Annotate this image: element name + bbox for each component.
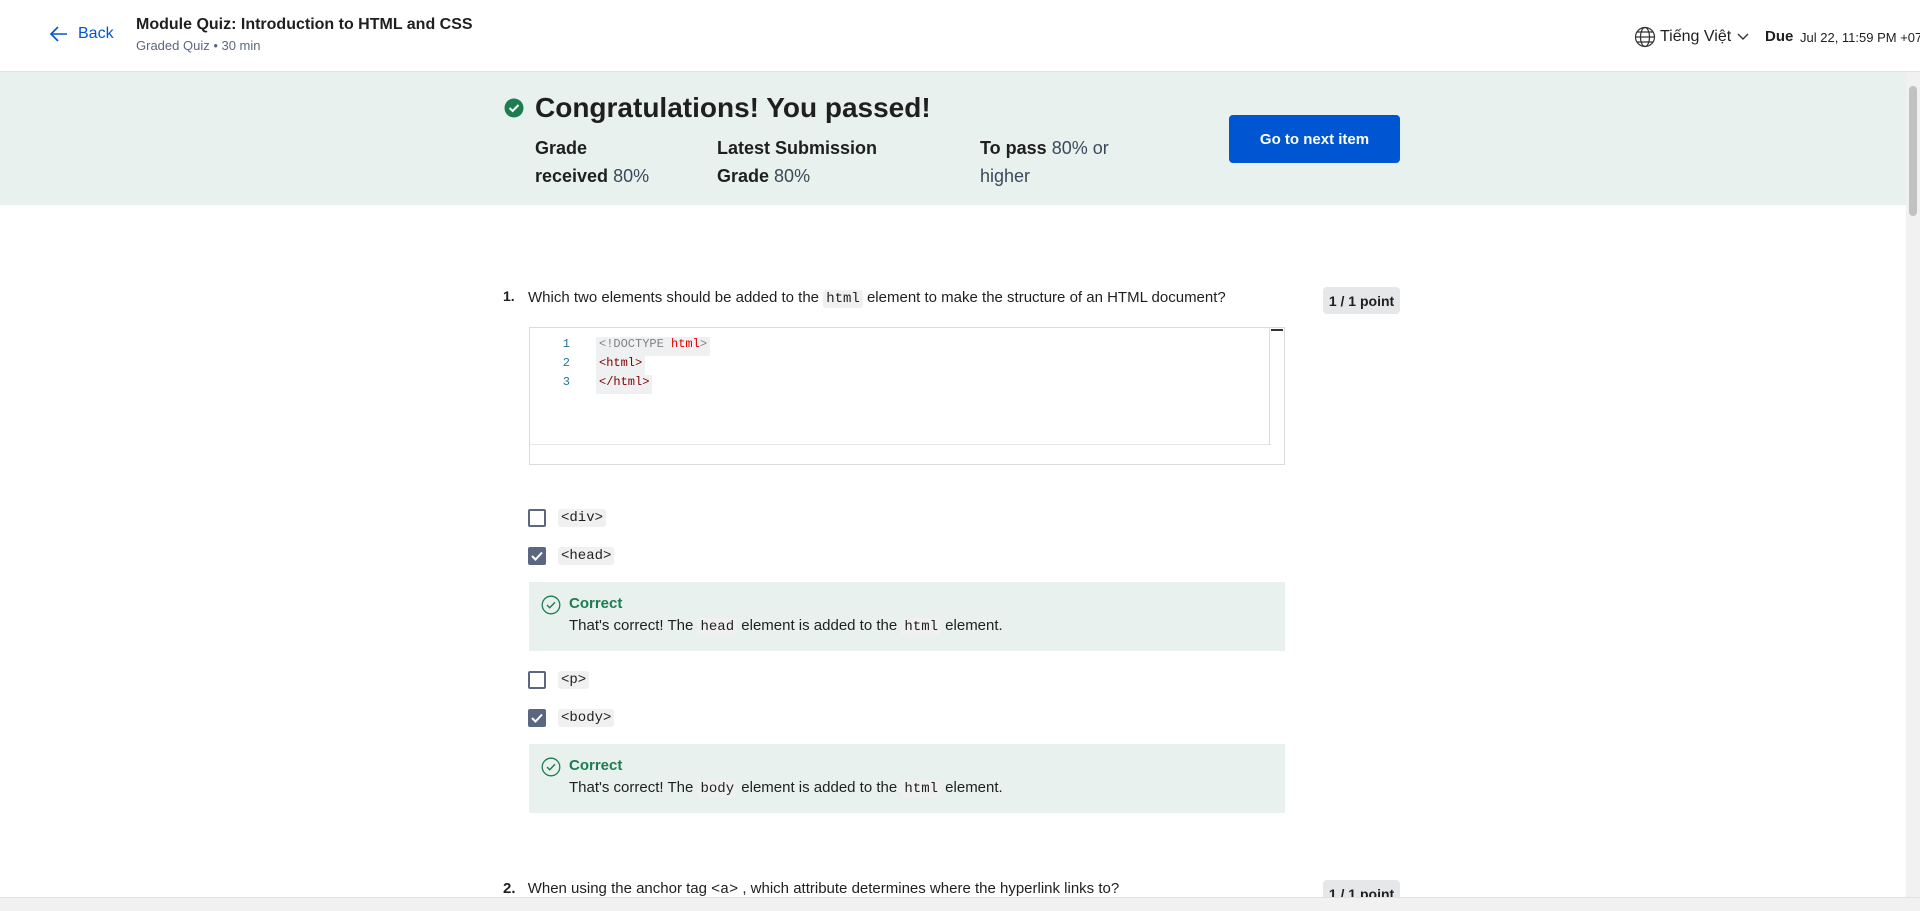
vertical-scrollbar-thumb[interactable]	[1909, 86, 1917, 216]
language-selector[interactable]: Tiếng Việt	[1634, 26, 1749, 48]
grade-value: 80%	[613, 166, 650, 186]
quiz-subtitle: Graded Quiz • 30 min	[136, 38, 261, 53]
due-date: Jul 22, 11:59 PM +07	[1800, 30, 1920, 45]
checkmark-icon	[531, 713, 543, 723]
latest-label: Latest Submission	[717, 138, 878, 158]
feedback-text: That's correct! The body element is adde…	[569, 779, 1003, 798]
question-2-code: <a>	[711, 881, 739, 898]
answer-option[interactable]: <div>	[528, 509, 607, 527]
feedback-text-middle: element is added to the	[741, 779, 898, 796]
checkmark-icon	[531, 551, 543, 561]
pass-label: To pass	[980, 138, 1047, 158]
question-2-text: 2. When using the anchor tag <a> , which…	[503, 880, 1119, 898]
feedback-code: body	[697, 780, 738, 798]
feedback-code-2: html	[901, 780, 941, 798]
line-code: <html>	[596, 356, 646, 375]
arrow-left-icon	[50, 26, 67, 42]
pass-threshold: To pass 80% or higher	[980, 134, 1109, 190]
line-number: 1	[562, 337, 570, 351]
question-2-text-before: When using the anchor tag	[527, 880, 707, 897]
feedback-correct: Correct That's correct! The body element…	[529, 744, 1285, 813]
checkbox-checked[interactable]	[528, 547, 546, 565]
option-label: <body>	[558, 709, 615, 727]
pass-value-2: higher	[980, 166, 1031, 186]
line-code: <!DOCTYPE html>	[596, 337, 711, 356]
latest-value: 80%	[774, 166, 811, 186]
feedback-text-before: That's correct! The	[569, 617, 694, 634]
checkbox[interactable]	[528, 671, 546, 689]
quiz-title-block: Module Quiz: Introduction to HTML and CS…	[136, 16, 473, 53]
feedback-text: That's correct! The head element is adde…	[569, 617, 1003, 636]
checkbox-checked[interactable]	[528, 709, 546, 727]
option-label: <head>	[558, 547, 615, 565]
grade-label: Grade	[535, 138, 588, 158]
globe-icon	[1634, 26, 1656, 48]
question-text: Which two elements should be added to th…	[528, 289, 1226, 308]
checkbox[interactable]	[528, 509, 546, 527]
option-label: <div>	[558, 509, 607, 527]
pass-value: 80% or	[1051, 138, 1109, 158]
code-line: 2 <html>	[530, 356, 646, 375]
latest-label-2: Grade	[717, 166, 770, 186]
answer-option[interactable]: <body>	[528, 709, 615, 727]
vertical-scrollbar[interactable]	[1906, 72, 1920, 897]
due-label: Due	[1765, 28, 1794, 45]
option-label: <p>	[558, 671, 590, 689]
feedback-text-after: element.	[945, 779, 1003, 796]
latest-submission-grade: Latest Submission Grade 80%	[717, 134, 877, 190]
doctype-token: <!DOCTYPE	[599, 337, 664, 351]
result-banner: Congratulations! You passed! Grade recei…	[0, 72, 1906, 205]
chevron-down-icon	[1737, 33, 1749, 40]
editor-scrollbar[interactable]	[1269, 328, 1283, 445]
check-circle-icon	[504, 98, 524, 118]
question-text-before: Which two elements should be added to th…	[528, 289, 820, 306]
back-button[interactable]: Back	[50, 25, 114, 43]
language-label: Tiếng Việt	[1660, 28, 1732, 45]
editor-scrollbar-thumb[interactable]	[1271, 329, 1283, 331]
question-2-number: 2.	[503, 880, 516, 897]
quiz-title: Module Quiz: Introduction to HTML and CS…	[136, 16, 473, 33]
go-to-next-item-button[interactable]: Go to next item	[1229, 115, 1400, 163]
result-headline: Congratulations! You passed!	[535, 92, 931, 123]
feedback-title: Correct	[569, 595, 623, 612]
back-label: Back	[78, 25, 114, 42]
line-number: 3	[562, 375, 570, 389]
line-code: </html>	[596, 375, 653, 394]
question-code: html	[823, 290, 863, 308]
question-text-after: element to make the structure of an HTML…	[866, 289, 1226, 306]
question-2-text-after: , which attribute determines where the h…	[742, 880, 1120, 897]
feedback-text-after: element.	[945, 617, 1003, 634]
grade-received: Grade received 80%	[535, 134, 649, 190]
attr-token: html	[671, 337, 700, 351]
line-number: 2	[562, 356, 570, 370]
code-line: 1 <!DOCTYPE html>	[530, 337, 711, 356]
code-line: 3 </html>	[530, 375, 653, 394]
grade-label-2: received	[535, 166, 609, 186]
feedback-code: head	[697, 618, 738, 636]
feedback-correct: Correct That's correct! The head element…	[529, 582, 1285, 651]
question-number: 1.	[503, 288, 515, 304]
check-circle-outline-icon	[541, 757, 561, 777]
feedback-code-2: html	[901, 618, 941, 636]
code-editor-content: 1 <!DOCTYPE html> 2 <html> 3 </html>	[530, 328, 1271, 445]
answer-option[interactable]: <head>	[528, 547, 615, 565]
feedback-text-middle: element is added to the	[741, 617, 898, 634]
horizontal-scrollbar[interactable]	[0, 897, 1920, 911]
answer-option[interactable]: <p>	[528, 671, 590, 689]
feedback-title: Correct	[569, 757, 623, 774]
doctype-end: >	[699, 337, 708, 351]
top-bar: Back Module Quiz: Introduction to HTML a…	[0, 0, 1920, 72]
feedback-text-before: That's correct! The	[569, 779, 694, 796]
code-editor[interactable]: 1 <!DOCTYPE html> 2 <html> 3 </html>	[529, 327, 1285, 465]
points-badge: 1 / 1 point	[1323, 287, 1400, 314]
check-circle-outline-icon	[541, 595, 561, 615]
